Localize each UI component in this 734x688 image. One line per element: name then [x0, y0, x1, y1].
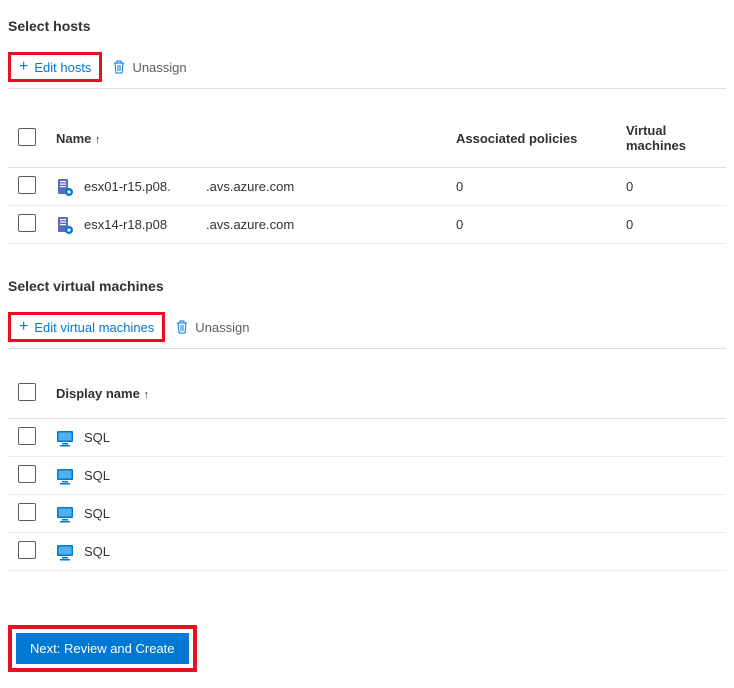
vm-icon [56, 543, 74, 561]
next-button-highlight: Next: Review and Create [8, 625, 197, 672]
unassign-hosts-label: Unassign [132, 60, 186, 75]
host-domain: .avs.azure.com [196, 206, 446, 244]
unassign-vms-button[interactable]: Unassign [175, 319, 249, 335]
edit-hosts-label: Edit hosts [34, 60, 91, 75]
host-name: esx01-r15.p08. [84, 179, 171, 194]
vms-table: Display name ↑ SQL SQL SQL SQL [8, 377, 726, 571]
edit-vms-label: Edit virtual machines [34, 320, 154, 335]
select-all-vms-checkbox[interactable] [18, 383, 36, 401]
select-vms-title: Select virtual machines [8, 278, 726, 294]
plus-icon: + [19, 59, 28, 75]
trash-icon [112, 59, 126, 75]
unassign-hosts-button[interactable]: Unassign [112, 59, 186, 75]
sort-asc-icon: ↑ [143, 389, 149, 401]
host-policies: 0 [446, 206, 616, 244]
sort-asc-icon: ↑ [95, 134, 101, 146]
hosts-col-name-label: Name [56, 131, 91, 146]
table-row: SQL [8, 495, 726, 533]
host-policies: 0 [446, 168, 616, 206]
vm-icon [56, 429, 74, 447]
edit-vms-button[interactable]: + Edit virtual machines [19, 319, 154, 335]
row-checkbox[interactable] [18, 427, 36, 445]
host-icon [56, 178, 74, 196]
edit-hosts-highlight: + Edit hosts [8, 52, 102, 82]
row-checkbox[interactable] [18, 465, 36, 483]
vms-toolbar: + Edit virtual machines Unassign [8, 312, 726, 349]
plus-icon: + [19, 319, 28, 335]
select-all-hosts-checkbox[interactable] [18, 128, 36, 146]
host-vms: 0 [616, 168, 726, 206]
hosts-toolbar: + Edit hosts Unassign [8, 52, 726, 89]
edit-vms-highlight: + Edit virtual machines [8, 312, 165, 342]
vm-icon [56, 467, 74, 485]
vm-name: SQL [84, 430, 110, 445]
vm-name: SQL [84, 544, 110, 559]
vm-icon [56, 505, 74, 523]
next-review-create-button[interactable]: Next: Review and Create [16, 633, 189, 664]
select-hosts-title: Select hosts [8, 18, 726, 34]
hosts-col-vms[interactable]: Virtual machines [616, 117, 726, 168]
host-vms: 0 [616, 206, 726, 244]
unassign-vms-label: Unassign [195, 320, 249, 335]
hosts-table: Name ↑ Associated policies Virtual machi… [8, 117, 726, 244]
hosts-col-policies[interactable]: Associated policies [446, 117, 616, 168]
row-checkbox[interactable] [18, 541, 36, 559]
vm-name: SQL [84, 506, 110, 521]
host-icon [56, 216, 74, 234]
vms-col-display-name[interactable]: Display name ↑ [46, 377, 726, 419]
row-checkbox[interactable] [18, 176, 36, 194]
host-name: esx14-r18.p08 [84, 217, 167, 232]
table-row: esx14-r18.p08.avs.azure.com00 [8, 206, 726, 244]
table-row: SQL [8, 533, 726, 571]
host-domain: .avs.azure.com [196, 168, 446, 206]
row-checkbox[interactable] [18, 214, 36, 232]
row-checkbox[interactable] [18, 503, 36, 521]
vms-col-display-name-label: Display name [56, 386, 140, 401]
hosts-col-name[interactable]: Name ↑ [46, 117, 196, 168]
vm-name: SQL [84, 468, 110, 483]
edit-hosts-button[interactable]: + Edit hosts [19, 59, 91, 75]
table-row: SQL [8, 457, 726, 495]
table-row: esx01-r15.p08..avs.azure.com00 [8, 168, 726, 206]
trash-icon [175, 319, 189, 335]
table-row: SQL [8, 419, 726, 457]
